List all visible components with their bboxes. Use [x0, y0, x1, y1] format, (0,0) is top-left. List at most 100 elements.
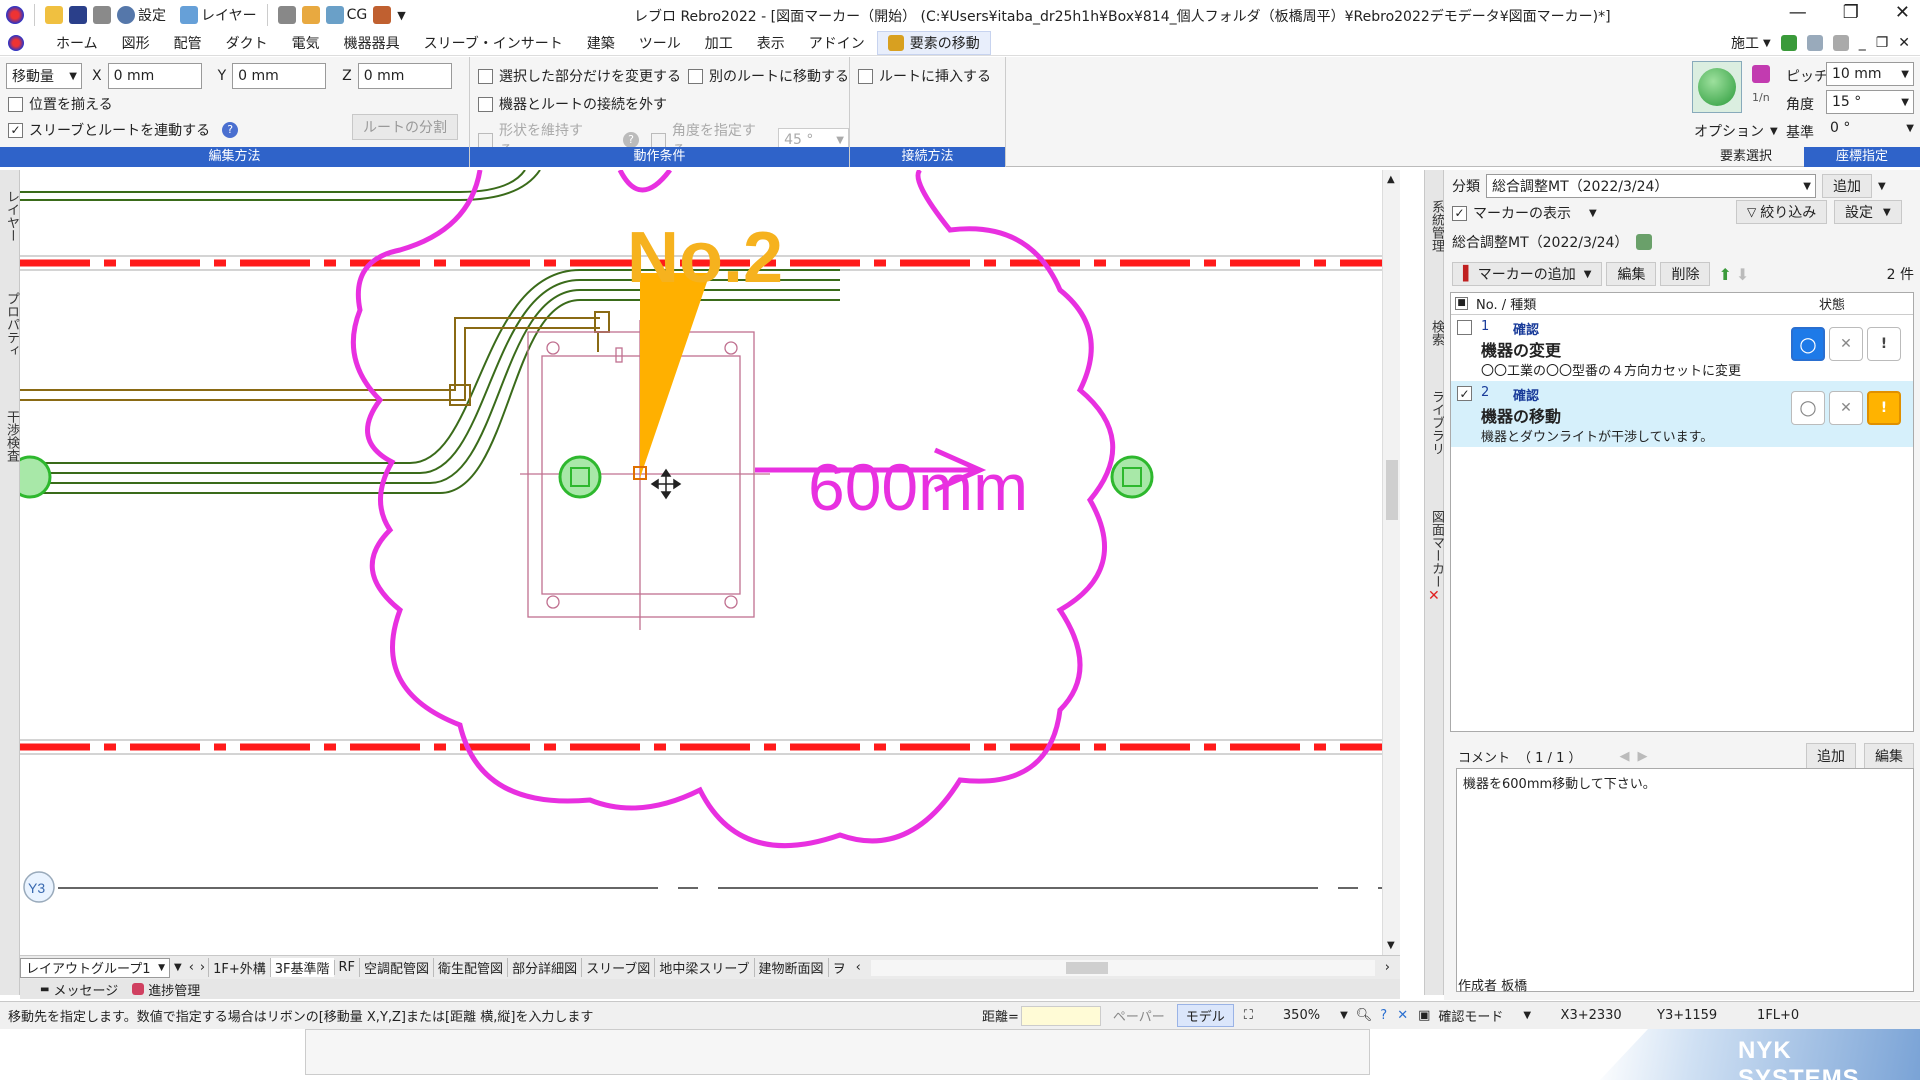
- mdi-restore-icon[interactable]: ❐: [1876, 35, 1889, 51]
- canvas-vscroll-thumb[interactable]: [1386, 460, 1398, 520]
- only-selected-check[interactable]: [478, 68, 493, 84]
- menu-item-4[interactable]: 電気: [280, 33, 332, 53]
- sheet-next-icon[interactable]: ›: [200, 960, 205, 975]
- menu-item-9[interactable]: 加工: [693, 33, 745, 53]
- sheet-tab-4[interactable]: 衛生配管図: [433, 958, 507, 977]
- menu-item-8[interactable]: ツール: [627, 33, 693, 53]
- show-marker-check[interactable]: ✓: [1452, 205, 1467, 221]
- drawing-canvas[interactable]: No.2 600mm Y3 ▲ ▼: [20, 170, 1400, 955]
- menu-item-6[interactable]: スリーブ・インサート: [412, 33, 575, 53]
- category-select[interactable]: 総合調整MT（2022/3/24） ▼: [1486, 174, 1816, 198]
- left-tab-layer[interactable]: レイヤー: [2, 190, 21, 242]
- fit-view-icon[interactable]: ⛶: [1244, 1008, 1253, 1023]
- move-up-icon[interactable]: ⬆: [1718, 265, 1731, 284]
- close-marker-pane-icon[interactable]: ✕: [1428, 588, 1440, 604]
- sheet-tab-2[interactable]: RF: [333, 960, 360, 975]
- menu-item-2[interactable]: 配管: [162, 33, 214, 53]
- tab-message[interactable]: ▬ メッセージ: [40, 980, 118, 999]
- minimize-icon[interactable]: —: [1789, 2, 1807, 23]
- refresh-icon[interactable]: [1636, 234, 1653, 250]
- panel-settings-button[interactable]: 設定 ▼: [1834, 200, 1902, 224]
- marker-row-2-check[interactable]: ✓: [1457, 386, 1472, 401]
- comment-add-button[interactable]: 追加: [1806, 743, 1856, 769]
- save-icon[interactable]: [69, 6, 87, 24]
- paper-button[interactable]: ペーパー: [1113, 1006, 1165, 1025]
- pitch-select[interactable]: 10 mm ▼: [1826, 62, 1914, 86]
- base-select[interactable]: 0 ° ▼: [1826, 120, 1914, 136]
- select-all-check[interactable]: ■: [1455, 297, 1468, 310]
- x-input[interactable]: 0 mm: [107, 63, 202, 89]
- sheet-tab-1[interactable]: 3F基準階: [269, 958, 334, 977]
- sheet-prev-icon[interactable]: ‹: [189, 960, 194, 975]
- sheet-tab-8[interactable]: 建物断面図: [753, 958, 828, 977]
- cg-button[interactable]: CG: [325, 6, 367, 24]
- model-button[interactable]: モデル: [1176, 1004, 1234, 1027]
- marker-1-status-warn[interactable]: !: [1867, 327, 1901, 361]
- comment-next-icon[interactable]: ▶: [1637, 749, 1647, 764]
- disconnect-check[interactable]: [478, 96, 493, 112]
- move-other-checkbox[interactable]: 別のルートに移動する: [688, 66, 849, 86]
- menu-item-7[interactable]: 建築: [575, 33, 627, 53]
- sheet-tab-6[interactable]: スリーブ図: [581, 958, 654, 977]
- sheet-tab-0[interactable]: 1F+外構: [208, 958, 270, 977]
- z-input[interactable]: 0 mm: [357, 63, 452, 89]
- screen-icon[interactable]: ▣: [1418, 1008, 1430, 1023]
- sleeve-checkbox[interactable]: ✓ スリーブとルートを連動する ?: [8, 120, 239, 140]
- close-icon[interactable]: ✕: [1895, 2, 1910, 23]
- mdi-minimize-icon[interactable]: _: [1859, 35, 1866, 51]
- customize-icon[interactable]: [373, 6, 392, 24]
- marker-edit-button[interactable]: 編集: [1606, 262, 1657, 286]
- marker-row-1[interactable]: 1 確認 機器の変更 〇〇工業の〇〇型番の４方向カセットに変更 ○ ✕ !: [1451, 315, 1913, 381]
- sheet-tab-7[interactable]: 地中梁スリーブ: [654, 958, 753, 977]
- category-add-dropdown-icon[interactable]: ▼: [1878, 181, 1886, 192]
- print-icon[interactable]: [93, 6, 111, 24]
- marker-row-2[interactable]: ✓ 2 確認 機器の移動 機器とダウンライトが干渉しています。 ○ ✕ !: [1451, 381, 1913, 447]
- sheet-tab-3[interactable]: 空調配管図: [359, 958, 433, 977]
- menu-item-11[interactable]: アドイン: [797, 33, 877, 53]
- help-cursor-icon[interactable]: ?: [1380, 1008, 1387, 1023]
- disconnect-checkbox[interactable]: 機器とルートの接続を外す: [478, 94, 667, 114]
- marker-2-status-ok[interactable]: ○: [1791, 391, 1825, 425]
- only-selected-checkbox[interactable]: 選択した部分だけを変更する: [478, 66, 681, 86]
- mode-dropdown-icon[interactable]: ▼: [1523, 1010, 1531, 1021]
- mdi-close-icon[interactable]: ✕: [1898, 35, 1910, 51]
- fraction-icon[interactable]: 1/n: [1752, 91, 1770, 104]
- qat-dropdown-icon[interactable]: ▼: [397, 9, 405, 22]
- move-down-icon[interactable]: ⬇: [1736, 265, 1749, 284]
- option-dropdown[interactable]: オプション ▼: [1694, 121, 1778, 141]
- menu-item-3[interactable]: ダクト: [214, 33, 280, 53]
- add-marker-button[interactable]: ▌ マーカーの追加 ▼: [1452, 262, 1603, 286]
- distance-input[interactable]: [1020, 1005, 1101, 1026]
- undo-icon[interactable]: [1780, 35, 1797, 51]
- insert-route-check[interactable]: [858, 68, 873, 84]
- zoom-dropdown-icon[interactable]: ▼: [1340, 1010, 1348, 1021]
- layout-icon[interactable]: [1832, 35, 1849, 51]
- marker-1-status-ng[interactable]: ✕: [1829, 327, 1863, 361]
- keep-shape-check[interactable]: [478, 132, 493, 148]
- canvas-vscroll[interactable]: ▲ ▼: [1382, 170, 1400, 955]
- left-tab-interference[interactable]: 干渉検査: [2, 410, 21, 462]
- redo-icon[interactable]: [1806, 35, 1823, 51]
- layout-group-select[interactable]: レイアウトグループ1 ▼: [20, 957, 170, 978]
- show-marker-checkbox[interactable]: ✓ マーカーの表示 ▼: [1452, 203, 1597, 223]
- sheet-list-icon[interactable]: ▼: [174, 962, 182, 973]
- sheet-hscroll[interactable]: [870, 959, 1375, 976]
- filter-button[interactable]: ▽ 絞り込み: [1736, 200, 1828, 224]
- zoom-level[interactable]: 350%: [1283, 1008, 1320, 1023]
- move-mode-select[interactable]: 移動量 ▼: [6, 63, 82, 89]
- sheet-scroll-right-icon[interactable]: ›: [1385, 960, 1390, 975]
- sheet-tab-9[interactable]: ヲ: [827, 958, 850, 977]
- angle-specify-check[interactable]: [650, 132, 666, 148]
- app-menu-icon[interactable]: [8, 34, 24, 51]
- y-input[interactable]: 0 mm: [232, 63, 327, 89]
- comment-edit-button[interactable]: 編集: [1864, 743, 1914, 769]
- move-other-check[interactable]: [688, 68, 703, 84]
- category-add-button[interactable]: 追加: [1822, 174, 1872, 198]
- help-icon[interactable]: ?: [222, 122, 239, 138]
- grid-icon[interactable]: [277, 6, 296, 24]
- tab-move-element[interactable]: 要素の移動: [876, 30, 991, 55]
- marker-2-status-ng[interactable]: ✕: [1829, 391, 1863, 425]
- tab-progress[interactable]: 進捗管理: [132, 980, 200, 999]
- zoom-tool-icon[interactable]: 🔍︎: [1356, 1008, 1373, 1023]
- sheet-scroll-left-icon[interactable]: ‹: [856, 960, 861, 975]
